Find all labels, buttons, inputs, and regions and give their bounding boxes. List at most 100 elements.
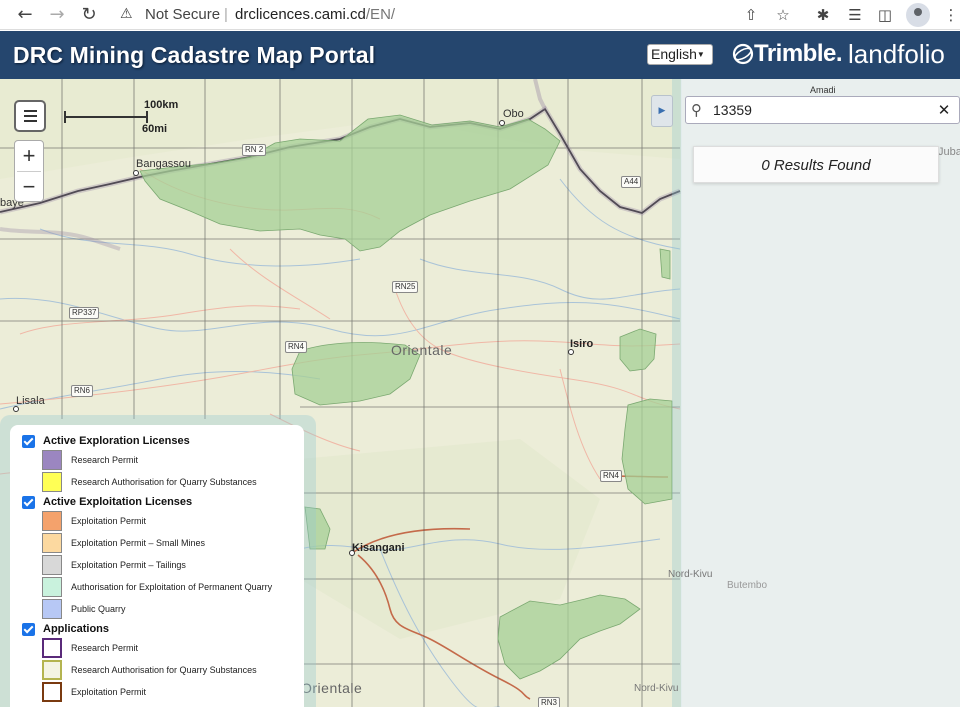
side-panel-icon[interactable]: ◫: [874, 4, 896, 26]
legend-item: Research Authorisation for Quarry Substa…: [42, 472, 304, 493]
warning-icon[interactable]: ⚠: [120, 6, 136, 22]
star-icon[interactable]: ☆: [772, 4, 794, 26]
menu-icon-bar: [24, 120, 37, 122]
legend-item: Public Quarry: [42, 599, 304, 620]
label-nord-kivu-2: Nord-Kivu: [634, 683, 679, 694]
road-a44: A44: [621, 176, 642, 188]
legend-swatch: [42, 599, 62, 619]
legend-item: Exploitation Permit – Tailings: [42, 555, 304, 576]
scale-imperial: 60mi: [142, 123, 168, 135]
legend-item-label: Public Quarry: [71, 604, 126, 614]
language-value: English: [651, 46, 697, 62]
forward-icon[interactable]: →: [46, 4, 68, 26]
road-rn25: RN25: [392, 281, 419, 293]
search-icon: ⚲: [691, 101, 702, 119]
legend-item-label: Authorisation for Exploitation of Perman…: [71, 582, 273, 592]
legend-swatch: [42, 682, 62, 702]
trimble-globe-icon: [732, 43, 754, 65]
legend-group-checkbox[interactable]: [22, 623, 35, 636]
page-title: DRC Mining Cadastre Map Portal: [13, 42, 376, 68]
legend-group-label: Applications: [43, 623, 110, 635]
legend-item: Exploitation Permit: [42, 511, 304, 532]
legend-item-label: Exploitation Permit – Small Mines: [71, 538, 206, 548]
road-rn3: RN3: [538, 697, 561, 707]
share-icon[interactable]: ⇧: [740, 4, 762, 26]
clear-search-icon[interactable]: ✕: [935, 100, 953, 120]
legend-item: Exploitation Permit: [42, 682, 304, 703]
legend-item-label: Exploitation Permit – Tailings: [71, 560, 186, 570]
more-menu-icon[interactable]: ⋮: [940, 4, 960, 26]
label-lisala: Lisala: [16, 395, 45, 407]
layers-menu-button[interactable]: [14, 100, 46, 132]
panel-toggle-arrow-icon[interactable]: ▶: [651, 95, 673, 127]
label-bangassou: Bangassou: [136, 158, 192, 170]
media-icon[interactable]: ☰: [844, 4, 866, 26]
zoom-control: + −: [14, 140, 44, 202]
back-icon[interactable]: ←: [14, 4, 36, 26]
legend-item: Research Permit: [42, 450, 304, 471]
reload-icon[interactable]: ↻: [78, 4, 100, 26]
profile-avatar[interactable]: [906, 3, 930, 27]
legend-item-label: Exploitation Permit: [71, 516, 147, 526]
results-count-text: 0 Results Found: [761, 157, 871, 174]
scale-line: [64, 116, 148, 118]
legend-item-label: Research Authorisation for Quarry Substa…: [71, 477, 257, 487]
scale-tick-bottom: [146, 116, 148, 123]
map-canvas[interactable]: Obo Bangassou baye Amadi Juba Isiro Lisa…: [0, 79, 960, 707]
legend-group-label: Active Exploration Licenses: [43, 435, 190, 447]
caret-down-icon: ▼: [696, 50, 705, 59]
label-isiro: Isiro: [570, 338, 594, 350]
security-label[interactable]: Not Secure: [145, 6, 220, 23]
legend-group-label: Active Exploitation Licenses: [43, 496, 193, 508]
search-results: 0 Results Found: [693, 146, 939, 183]
zoom-in-button[interactable]: +: [15, 141, 43, 171]
address-bar[interactable]: drclicences.cami.cd/EN/: [235, 6, 395, 23]
language-select[interactable]: English▼: [647, 44, 713, 65]
url-separator: |: [224, 6, 228, 23]
legend-group-checkbox[interactable]: [22, 435, 35, 448]
legend-group: Active Exploitation Licenses: [21, 495, 291, 511]
road-rp337: RP337: [69, 307, 100, 319]
scale-bar: 100km 60mi: [60, 99, 178, 139]
legend-swatch: [42, 660, 62, 680]
label-nord-kivu-1: Nord-Kivu: [668, 569, 713, 580]
search-input[interactable]: [713, 100, 933, 120]
legend-swatch: [42, 450, 62, 470]
legend-panel: Active Exploration Licenses Research Perm…: [10, 425, 304, 707]
legend-item-label: Research Permit: [71, 643, 139, 653]
legend-swatch: [42, 638, 62, 658]
label-amadi: Amadi: [810, 85, 836, 95]
app-header: DRC Mining Cadastre Map Portal English▼ …: [0, 31, 960, 79]
product-name: landfolio: [848, 39, 945, 69]
menu-icon: [24, 110, 37, 112]
legend-item: Research Permit: [42, 638, 304, 659]
legend-swatch: [42, 555, 62, 575]
road-rn4-a: RN4: [285, 341, 308, 353]
scale-metric: 100km: [144, 99, 179, 111]
label-juba: Juba: [938, 146, 960, 158]
label-kisangani: Kisangani: [352, 542, 405, 554]
label-butembo: Butembo: [727, 580, 768, 591]
road-rn4-b: RN4: [600, 470, 623, 482]
legend-group: Applications: [21, 622, 291, 638]
scale-tick-left: [64, 111, 66, 123]
road-rn2: RN 2: [242, 144, 267, 156]
legend-swatch: [42, 511, 62, 531]
legend-group: Active Exploration Licenses: [21, 434, 291, 450]
browser-toolbar: ← → ↻ ⚠ Not Secure | drclicences.cami.cd…: [0, 0, 960, 30]
zoom-out-button[interactable]: −: [15, 172, 43, 202]
legend-swatch: [42, 533, 62, 553]
label-obo: Obo: [503, 108, 524, 120]
label-orientale-top: Orientale: [391, 342, 453, 358]
url-path: /EN/: [365, 6, 396, 23]
legend-item: Research Authorisation for Quarry Substa…: [42, 660, 304, 681]
url-host: drclicences.cami.cd: [235, 6, 366, 23]
extensions-icon[interactable]: ✱: [812, 4, 834, 26]
legend-item-label: Exploitation Permit: [71, 687, 147, 697]
brand-logo-text: Trimble.: [754, 40, 843, 67]
legend-group-checkbox[interactable]: [22, 496, 35, 509]
search-box[interactable]: ⚲ ✕: [685, 96, 960, 124]
legend-item-label: Research Permit: [71, 455, 139, 465]
legend-item: Authorisation for Exploitation of Perman…: [42, 577, 304, 598]
legend-swatch: [42, 577, 62, 597]
